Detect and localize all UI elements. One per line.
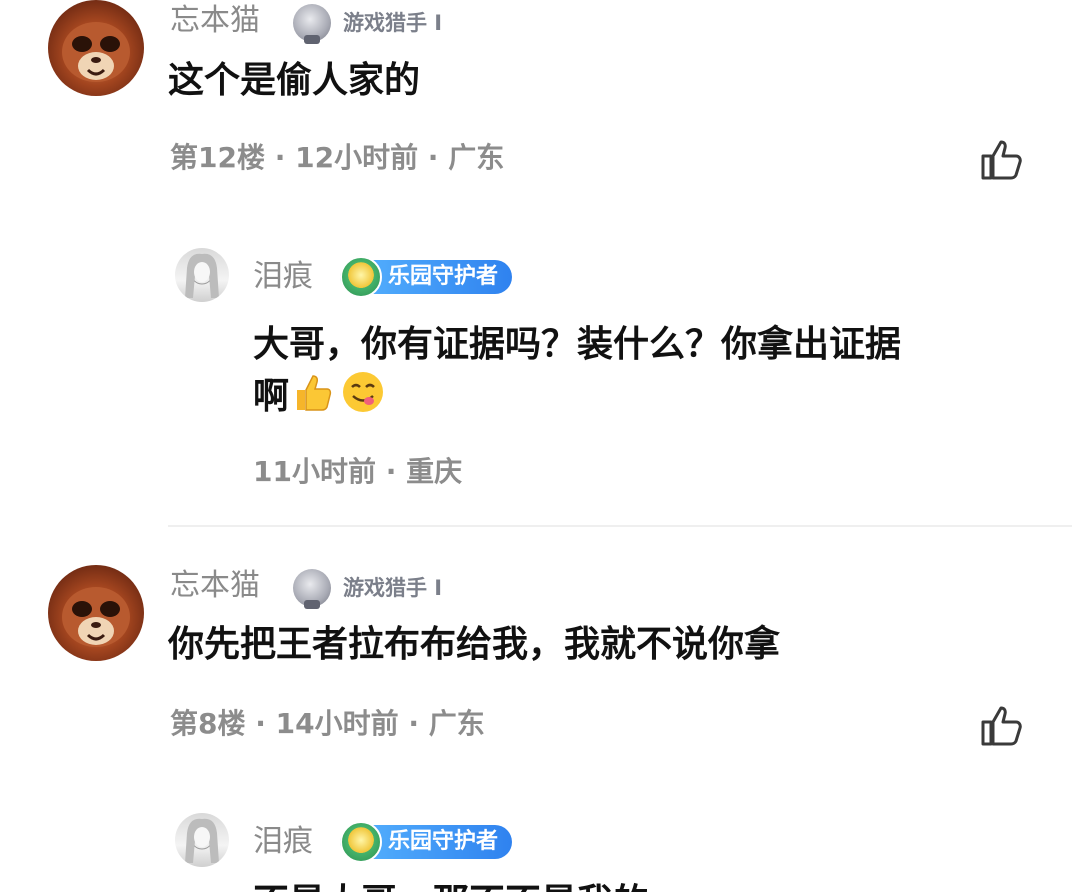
level-badge-label: 游戏猎手 I xyxy=(343,11,443,35)
reply-text-line1: 大哥，你有证据吗？装什么？你拿出证据 xyxy=(253,324,902,365)
avatar[interactable] xyxy=(175,813,229,867)
avatar[interactable] xyxy=(175,248,229,302)
level-badge-icon xyxy=(293,4,331,44)
yum-face-emoji-icon xyxy=(341,370,385,428)
guardian-badge: 乐园守护者 xyxy=(340,256,513,298)
comment-author[interactable]: 忘本猫 xyxy=(170,571,260,601)
guardian-emblem-icon xyxy=(340,821,382,863)
reply-text-line2: 啊 xyxy=(253,370,385,428)
reply-text-partial: 不是大哥，那不不是我的 xyxy=(253,878,649,892)
guardian-badge-label: 乐园守护者 xyxy=(388,264,499,289)
like-icon[interactable] xyxy=(978,136,1026,184)
reply-text-line2-text: 啊 xyxy=(253,376,290,417)
reply-author[interactable]: 泪痕 xyxy=(253,262,313,292)
divider xyxy=(168,525,1072,527)
guardian-emblem-icon xyxy=(340,256,382,298)
comment-text: 你先把王者拉布布给我，我就不说你拿 xyxy=(168,624,781,665)
guardian-badge: 乐园守护者 xyxy=(340,821,513,863)
reply-meta: 11小时前 · 重庆 xyxy=(253,455,463,488)
comment-thread: 忘本猫 游戏猎手 I 这个是偷人家的 第12楼 · 12小时前 · 广东 泪痕 … xyxy=(0,0,1072,892)
level-badge-label: 游戏猎手 I xyxy=(343,576,443,600)
avatar[interactable] xyxy=(48,0,144,96)
comment-meta: 第12楼 · 12小时前 · 广东 xyxy=(170,141,505,174)
comment-text: 这个是偷人家的 xyxy=(168,60,421,101)
avatar[interactable] xyxy=(48,565,144,661)
reply-author[interactable]: 泪痕 xyxy=(253,827,313,857)
guardian-badge-label: 乐园守护者 xyxy=(388,829,499,854)
comment-meta: 第8楼 · 14小时前 · 广东 xyxy=(170,707,485,740)
thumbs-up-emoji-icon xyxy=(293,370,337,428)
comment-author[interactable]: 忘本猫 xyxy=(170,6,260,36)
like-icon[interactable] xyxy=(978,702,1026,750)
level-badge-icon xyxy=(293,569,331,609)
